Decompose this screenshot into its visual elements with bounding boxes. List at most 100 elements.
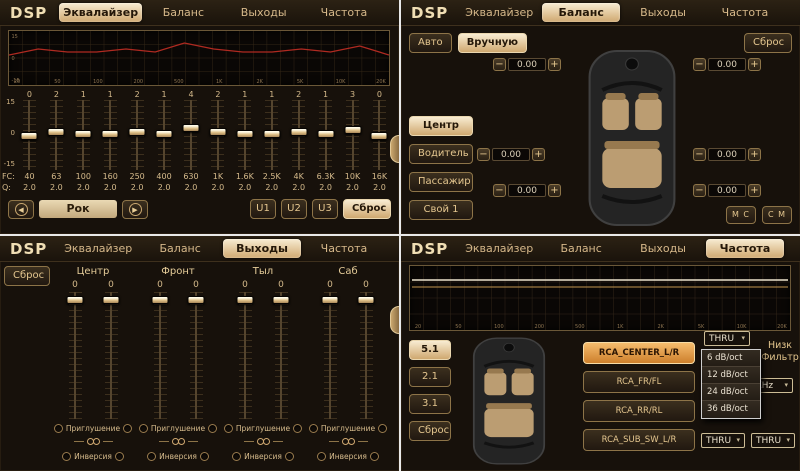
band-slider-handle[interactable]: [290, 128, 307, 136]
band-slider-handle[interactable]: [209, 128, 226, 136]
band-slider-handle[interactable]: [182, 124, 199, 132]
band-slider-track[interactable]: [238, 100, 251, 170]
invert-right-checkbox[interactable]: [200, 452, 209, 461]
output-slider-track[interactable]: [154, 292, 167, 419]
tab-frequency[interactable]: Частота: [305, 239, 383, 258]
rca-front-button[interactable]: RCA_FR/FL: [583, 371, 695, 393]
preset-name[interactable]: Рок: [39, 200, 117, 218]
tab-frequency[interactable]: Частота: [706, 3, 784, 22]
increase-button[interactable]: +: [548, 184, 561, 197]
tab-equalizer[interactable]: Эквалайзер: [59, 239, 137, 258]
mode-auto-button[interactable]: Авто: [409, 33, 452, 53]
rca-rear-button[interactable]: RCA_RR/RL: [583, 400, 695, 422]
mute-right-checkbox[interactable]: [293, 424, 302, 433]
tab-balance[interactable]: Баланс: [141, 239, 219, 258]
mute-right-checkbox[interactable]: [123, 424, 132, 433]
memory-button-u1[interactable]: U1: [250, 199, 276, 219]
memory-button-u2[interactable]: U2: [281, 199, 307, 219]
decrease-button[interactable]: −: [693, 58, 706, 71]
band-slider-track[interactable]: [104, 100, 117, 170]
band-slider-track[interactable]: [131, 100, 144, 170]
position-center-button[interactable]: Центр: [409, 116, 473, 136]
rca-sub-button[interactable]: RCA_SUB_SW_L/R: [583, 429, 695, 451]
invert-left-checkbox[interactable]: [232, 452, 241, 461]
band-slider-track[interactable]: [158, 100, 171, 170]
position-custom-button[interactable]: Свой 1: [409, 200, 473, 220]
invert-right-checkbox[interactable]: [115, 452, 124, 461]
band-slider-track[interactable]: [292, 100, 305, 170]
band-slider-handle[interactable]: [344, 126, 361, 134]
increase-button[interactable]: +: [548, 58, 561, 71]
preset-next-button[interactable]: ▶: [122, 200, 148, 219]
mute-right-checkbox[interactable]: [378, 424, 387, 433]
tab-balance[interactable]: Баланс: [542, 3, 620, 22]
tab-balance[interactable]: Баланс: [542, 239, 620, 258]
output-slider-track[interactable]: [69, 292, 82, 419]
mute-left-checkbox[interactable]: [54, 424, 63, 433]
decrease-button[interactable]: −: [493, 184, 506, 197]
invert-right-checkbox[interactable]: [285, 452, 294, 461]
reset-button[interactable]: Сброс: [4, 266, 50, 286]
output-slider-track[interactable]: [190, 292, 203, 419]
cm-button[interactable]: C M: [762, 206, 792, 224]
band-slider-track[interactable]: [184, 100, 197, 170]
band-slider-track[interactable]: [319, 100, 332, 170]
tab-frequency[interactable]: Частота: [305, 3, 383, 22]
drawer-handle[interactable]: [390, 135, 399, 163]
output-slider-track[interactable]: [239, 292, 252, 419]
slope-option-1[interactable]: 6 dB/oct: [702, 350, 760, 367]
band-slider-track[interactable]: [77, 100, 90, 170]
band-slider-track[interactable]: [346, 100, 359, 170]
reset-button[interactable]: Сброс: [409, 421, 451, 441]
tab-frequency[interactable]: Частота: [706, 239, 784, 258]
band-slider-track[interactable]: [23, 100, 36, 170]
output-slider-track[interactable]: [360, 292, 373, 419]
increase-button[interactable]: +: [532, 148, 545, 161]
increase-button[interactable]: +: [748, 184, 761, 197]
invert-left-checkbox[interactable]: [147, 452, 156, 461]
tab-balance[interactable]: Баланс: [144, 3, 222, 22]
reset-button[interactable]: Сброс: [343, 199, 391, 219]
band-slider-track[interactable]: [265, 100, 278, 170]
mute-right-checkbox[interactable]: [208, 424, 217, 433]
slope-select[interactable]: THRU ▾: [704, 331, 750, 346]
tab-equalizer[interactable]: Эквалайзер: [59, 3, 142, 22]
invert-left-checkbox[interactable]: [317, 452, 326, 461]
decrease-button[interactable]: −: [693, 184, 706, 197]
output-slider-handle[interactable]: [358, 296, 375, 304]
position-passenger-button[interactable]: Пассажир: [409, 172, 473, 192]
mute-left-checkbox[interactable]: [139, 424, 148, 433]
rca-center-button[interactable]: RCA_CENTER_L/R: [583, 342, 695, 364]
decrease-button[interactable]: −: [693, 148, 706, 161]
output-mode-select-1[interactable]: THRU▾: [701, 433, 745, 448]
band-slider-handle[interactable]: [102, 130, 119, 138]
invert-right-checkbox[interactable]: [370, 452, 379, 461]
config-5-1-button[interactable]: 5.1: [409, 340, 451, 360]
output-slider-handle[interactable]: [67, 296, 84, 304]
output-slider-handle[interactable]: [322, 296, 339, 304]
preset-prev-button[interactable]: ◀: [8, 200, 34, 219]
output-mode-select-2[interactable]: THRU▾: [751, 433, 795, 448]
band-slider-handle[interactable]: [317, 130, 334, 138]
mute-left-checkbox[interactable]: [224, 424, 233, 433]
reset-button[interactable]: Сброс: [744, 33, 792, 53]
position-driver-button[interactable]: Водитель: [409, 144, 473, 164]
band-slider-track[interactable]: [211, 100, 224, 170]
tab-outputs[interactable]: Выходы: [223, 239, 301, 258]
slope-option-3[interactable]: 24 dB/oct: [702, 384, 760, 401]
band-slider-handle[interactable]: [371, 132, 388, 140]
decrease-button[interactable]: −: [477, 148, 490, 161]
tab-equalizer[interactable]: Эквалайзер: [460, 239, 538, 258]
link-channels-toggle[interactable]: [244, 435, 283, 447]
band-slider-handle[interactable]: [75, 130, 92, 138]
mode-manual-button[interactable]: Вручную: [458, 33, 527, 53]
config-3-1-button[interactable]: 3.1: [409, 394, 451, 414]
band-slider-handle[interactable]: [156, 130, 173, 138]
tab-outputs[interactable]: Выходы: [225, 3, 303, 22]
output-slider-track[interactable]: [324, 292, 337, 419]
tab-equalizer[interactable]: Эквалайзер: [460, 3, 538, 22]
slope-option-2[interactable]: 12 dB/oct: [702, 367, 760, 384]
output-slider-handle[interactable]: [152, 296, 169, 304]
invert-left-checkbox[interactable]: [62, 452, 71, 461]
drawer-handle[interactable]: [390, 306, 399, 334]
